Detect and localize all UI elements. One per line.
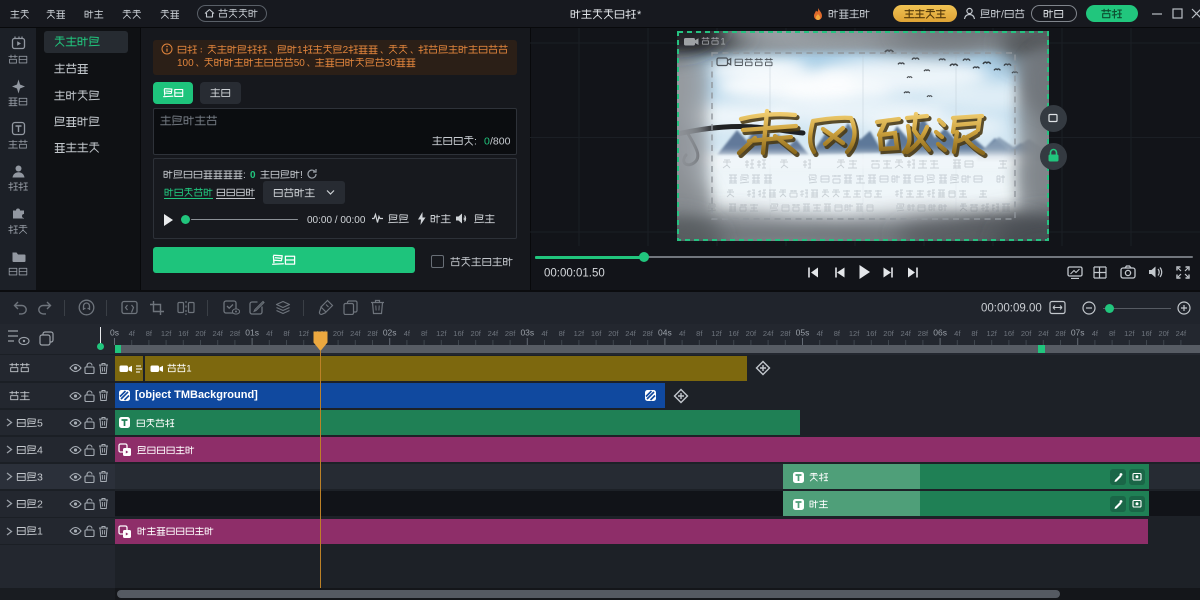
svg-text:20f: 20f [883,329,894,338]
svg-text::: : [243,170,246,181]
svg-text:4f: 4f [817,329,824,338]
svg-text:24f: 24f [212,329,223,338]
svg-text:20f: 20f [608,329,619,338]
svg-text:2: 2 [37,498,43,510]
svg-text:4f: 4f [1092,329,1099,338]
svg-text:04s: 04s [658,328,672,338]
svg-text:50: 50 [294,58,306,69]
svg-text:28f: 28f [505,329,516,338]
svg-text:12f: 12f [711,329,722,338]
svg-text:00:00:01.50: 00:00:01.50 [544,268,605,280]
svg-text:24f: 24f [625,329,636,338]
svg-text:01s: 01s [245,328,259,338]
svg-text:20f: 20f [1021,329,1032,338]
svg-text:28f: 28f [367,329,378,338]
svg-text:28f: 28f [642,329,653,338]
svg-text:16f: 16f [453,329,464,338]
svg-text:12f: 12f [161,329,172,338]
svg-text:20f: 20f [470,329,481,338]
svg-text:20f: 20f [333,329,344,338]
svg-text:8f: 8f [1109,329,1116,338]
svg-text:16f: 16f [1004,329,1015,338]
svg-text:8f: 8f [971,329,978,338]
svg-text:16f: 16f [178,329,189,338]
svg-text:1: 1 [186,364,191,375]
svg-text:20f: 20f [195,329,206,338]
svg-text:24f: 24f [763,329,774,338]
svg-text:16f: 16f [866,329,877,338]
svg-text:00:00:09.00: 00:00:09.00 [981,303,1042,315]
svg-text:00:00 / 00:00: 00:00 / 00:00 [307,215,366,226]
svg-text:28f: 28f [918,329,929,338]
svg-text:4f: 4f [954,329,961,338]
svg-text:24f: 24f [1038,329,1049,338]
svg-text:4f: 4f [266,329,273,338]
svg-text:12f: 12f [574,329,585,338]
svg-text:/800: /800 [490,136,511,148]
svg-text:06s: 06s [933,328,947,338]
svg-text:8f: 8f [834,329,841,338]
svg-text:30: 30 [385,58,397,69]
svg-text:03s: 03s [520,328,534,338]
svg-text:/: / [1001,9,1004,21]
svg-text:1: 1 [37,526,43,538]
svg-text:28f: 28f [780,329,791,338]
svg-text:!: ! [300,170,303,181]
svg-text:8f: 8f [146,329,153,338]
svg-text:8f: 8f [696,329,703,338]
svg-text:4f: 4f [129,329,136,338]
svg-text:16f: 16f [1141,329,1152,338]
svg-text:24f: 24f [350,329,361,338]
svg-text:28f: 28f [230,329,241,338]
svg-text:4f: 4f [541,329,548,338]
svg-text:02s: 02s [383,328,397,338]
svg-text:8f: 8f [421,329,428,338]
svg-text:24f: 24f [488,329,499,338]
svg-text:16f: 16f [591,329,602,338]
svg-text:8f: 8f [559,329,566,338]
svg-text:12f: 12f [436,329,447,338]
svg-text:8f: 8f [283,329,290,338]
svg-text:16f: 16f [728,329,739,338]
svg-text:0: 0 [250,170,256,181]
svg-text:12f: 12f [986,329,997,338]
svg-text:20f: 20f [746,329,757,338]
svg-text:12f: 12f [849,329,860,338]
svg-text:4f: 4f [679,329,686,338]
svg-text:12f: 12f [1124,329,1135,338]
svg-text:12f: 12f [298,329,309,338]
svg-text:20f: 20f [1158,329,1169,338]
svg-text:24f: 24f [1176,329,1187,338]
svg-text:24f: 24f [900,329,911,338]
svg-text:5: 5 [37,417,43,429]
svg-text:4: 4 [37,444,43,456]
svg-text::: : [474,136,477,148]
svg-text:0s: 0s [110,328,119,338]
svg-text:3: 3 [37,471,43,483]
svg-text:07s: 07s [1071,328,1085,338]
svg-text:4f: 4f [404,329,411,338]
svg-text:100: 100 [177,58,194,69]
svg-text:28f: 28f [1055,329,1066,338]
svg-text:05s: 05s [796,328,810,338]
svg-text:1: 1 [721,37,726,47]
